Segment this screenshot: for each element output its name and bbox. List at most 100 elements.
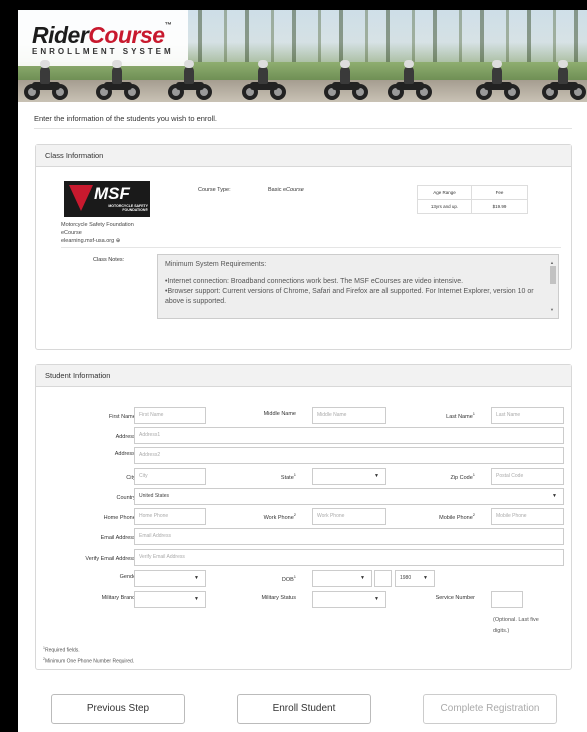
work-phone-label: Work Phone2 bbox=[263, 512, 296, 521]
dob-label: DOB1 bbox=[281, 574, 296, 583]
country-value: United States bbox=[139, 493, 170, 499]
first-name-input[interactable]: First Name bbox=[134, 407, 206, 424]
notes-scrollbar[interactable]: ▲ ▼ bbox=[550, 258, 556, 315]
organization-info: Motorcycle Safety Foundation eCourse ele… bbox=[61, 221, 134, 245]
country-label: Country1 bbox=[116, 492, 139, 501]
middle-name-input[interactable]: Middle Name bbox=[312, 407, 386, 424]
dob-year-value: 1980 bbox=[400, 575, 412, 581]
scroll-down-icon[interactable]: ▼ bbox=[550, 305, 554, 315]
footnotes: 1Required fields. 2Minimum One Phone Num… bbox=[43, 644, 134, 665]
logo-rider: Rider bbox=[32, 22, 89, 48]
logo-course: Course bbox=[88, 22, 165, 48]
mobile-phone-input[interactable]: Mobile Phone bbox=[491, 508, 564, 525]
state-label: State1 bbox=[280, 472, 296, 481]
motorcycle-image bbox=[324, 60, 368, 100]
msf-logo-text: MSF bbox=[94, 184, 130, 203]
first-name-label: First Name1 bbox=[108, 411, 138, 420]
fee-cell: $19.99 bbox=[471, 199, 528, 214]
address1-input[interactable]: Address1 bbox=[134, 427, 564, 444]
dob-month-select[interactable]: ▼ bbox=[312, 570, 372, 587]
class-information-heading: Class Information bbox=[36, 145, 571, 167]
age-range-cell: 13yrs and up. bbox=[417, 199, 472, 214]
chevron-down-icon: ▼ bbox=[194, 575, 199, 581]
divider bbox=[61, 247, 561, 248]
scroll-thumb[interactable] bbox=[550, 266, 556, 284]
military-branch-label: Military Branch bbox=[101, 595, 138, 601]
chevron-down-icon: ▼ bbox=[423, 575, 428, 581]
address1-label: Address1 bbox=[115, 431, 138, 440]
ridercourse-logo: RiderCourse™ ENROLLMENT SYSTEM bbox=[32, 22, 174, 56]
notes-line: •Internet connection: Broadband connecti… bbox=[165, 278, 464, 285]
email-input[interactable]: Email Address bbox=[134, 528, 564, 545]
military-status-label: Military Status bbox=[261, 595, 296, 601]
military-branch-select[interactable]: ▼ bbox=[134, 591, 206, 608]
verify-email-label: Verify Email Address1 bbox=[85, 553, 138, 562]
motorcycle-image bbox=[542, 60, 586, 100]
complete-registration-button[interactable]: Complete Registration bbox=[423, 694, 557, 724]
msf-triangle-icon bbox=[69, 185, 93, 211]
divider bbox=[34, 128, 572, 129]
logo-trademark: ™ bbox=[164, 22, 172, 29]
mobile-phone-label: Mobile Phone2 bbox=[439, 512, 475, 521]
dob-day-input[interactable] bbox=[374, 570, 392, 587]
org-link[interactable]: elearning.msf-usa.org bbox=[61, 238, 114, 244]
course-type-value: Basic eCourse bbox=[268, 187, 304, 193]
notes-line: Minimum System Requirements: bbox=[165, 261, 267, 268]
notes-line: •Browser support: Current versions of Ch… bbox=[165, 288, 534, 305]
motorcycle-image bbox=[388, 60, 432, 100]
gender-select[interactable]: ▼ bbox=[134, 570, 206, 587]
motorcycle-image bbox=[476, 60, 520, 100]
page: RiderCourse™ ENROLLMENT SYSTEM Enter the… bbox=[18, 10, 587, 732]
chevron-down-icon: ▼ bbox=[194, 596, 199, 602]
enroll-student-button[interactable]: Enroll Student bbox=[237, 694, 371, 724]
fee-header: Fee bbox=[471, 185, 528, 200]
address2-label: Address2 bbox=[114, 451, 138, 457]
motorcycle-image bbox=[242, 60, 286, 100]
zip-code-label: Zip Code1 bbox=[450, 472, 475, 481]
age-fee-table: Age Range Fee 13yrs and up. $19.99 bbox=[417, 185, 528, 214]
external-link-icon[interactable]: ⊕ bbox=[116, 238, 121, 244]
last-name-label: Last Name1 bbox=[446, 411, 475, 420]
middle-name-label: Middle Name bbox=[263, 411, 296, 417]
header-banner: RiderCourse™ ENROLLMENT SYSTEM bbox=[18, 10, 587, 102]
last-name-input[interactable]: Last Name bbox=[491, 407, 564, 424]
state-select[interactable]: ▼ bbox=[312, 468, 386, 485]
class-notes-label: Class Notes: bbox=[93, 257, 125, 263]
class-information-panel: Class Information MSF MOTORCYCLE SAFETY … bbox=[35, 144, 572, 350]
motorcycle-image bbox=[96, 60, 140, 100]
home-phone-label: Home Phone2 bbox=[103, 512, 138, 521]
previous-step-button[interactable]: Previous Step bbox=[51, 694, 185, 724]
chevron-down-icon: ▼ bbox=[374, 596, 379, 602]
home-phone-input[interactable]: Home Phone bbox=[134, 508, 206, 525]
chevron-down-icon: ▼ bbox=[360, 575, 365, 581]
work-phone-input[interactable]: Work Phone bbox=[312, 508, 386, 525]
chevron-down-icon: ▼ bbox=[552, 493, 557, 499]
address2-input[interactable]: Address2 bbox=[134, 447, 564, 464]
city-input[interactable]: City bbox=[134, 468, 206, 485]
chevron-down-icon: ▼ bbox=[374, 473, 379, 479]
banner-trees bbox=[198, 10, 587, 70]
org-type: eCourse bbox=[61, 230, 82, 236]
course-type-label: Course Type: bbox=[198, 187, 231, 193]
service-number-input[interactable] bbox=[491, 591, 523, 608]
email-label: Email Address1 bbox=[100, 532, 138, 541]
class-notes-textarea[interactable]: Minimum System Requirements: •Internet c… bbox=[157, 254, 559, 319]
service-number-hint: (Optional. Last five digits.) bbox=[493, 617, 539, 634]
city-label: City1 bbox=[126, 472, 138, 481]
footnote-required: 1Required fields. bbox=[43, 646, 80, 654]
dob-year-select[interactable]: 1980 ▼ bbox=[395, 570, 435, 587]
military-status-select[interactable]: ▼ bbox=[312, 591, 386, 608]
service-number-label: Service Number bbox=[435, 595, 475, 601]
org-name: Motorcycle Safety Foundation bbox=[61, 222, 134, 228]
student-information-heading: Student Information bbox=[36, 365, 571, 387]
footnote-phone: 2Minimum One Phone Number Required. bbox=[43, 656, 135, 665]
motorcycle-image bbox=[24, 60, 68, 100]
age-range-header: Age Range bbox=[417, 185, 472, 200]
logo-subtitle: ENROLLMENT SYSTEM bbox=[32, 47, 174, 56]
verify-email-input[interactable]: Verify Email Address bbox=[134, 549, 564, 566]
motorcycle-image bbox=[168, 60, 212, 100]
zip-code-input[interactable]: Postal Code bbox=[491, 468, 564, 485]
msf-logo-subtext: MOTORCYCLE SAFETY FOUNDATION® bbox=[108, 204, 148, 212]
gender-label: Gender bbox=[119, 574, 138, 580]
country-select[interactable]: United States ▼ bbox=[134, 488, 564, 505]
